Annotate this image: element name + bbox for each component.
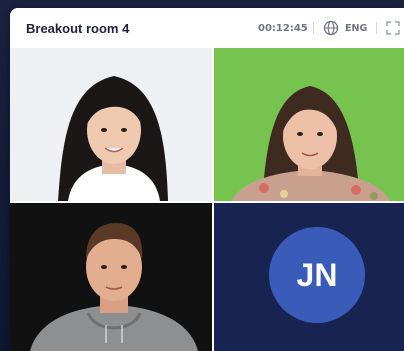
expand-icon[interactable] (386, 21, 400, 35)
header-divider (313, 22, 314, 34)
window-header: Breakout room 4 00:12:45 ENG (10, 8, 404, 48)
participant-video-woman (10, 48, 212, 201)
room-title: Breakout room 4 (26, 21, 130, 36)
session-timer: 00:12:45 (258, 23, 308, 34)
header-divider (376, 22, 377, 34)
participant-video-tile[interactable] (10, 203, 212, 351)
breakout-room-window: Breakout room 4 00:12:45 ENG JN (10, 8, 404, 351)
participant-video-tile[interactable] (10, 48, 212, 201)
language-selector[interactable]: ENG (345, 23, 367, 34)
participant-avatar-tile[interactable]: JN (214, 203, 404, 351)
participant-video-man (10, 203, 212, 351)
avatar: JN (269, 227, 365, 323)
globe-icon[interactable] (323, 20, 339, 36)
participant-video-tile[interactable] (214, 48, 404, 201)
participant-video-woman-green-screen (214, 48, 404, 201)
